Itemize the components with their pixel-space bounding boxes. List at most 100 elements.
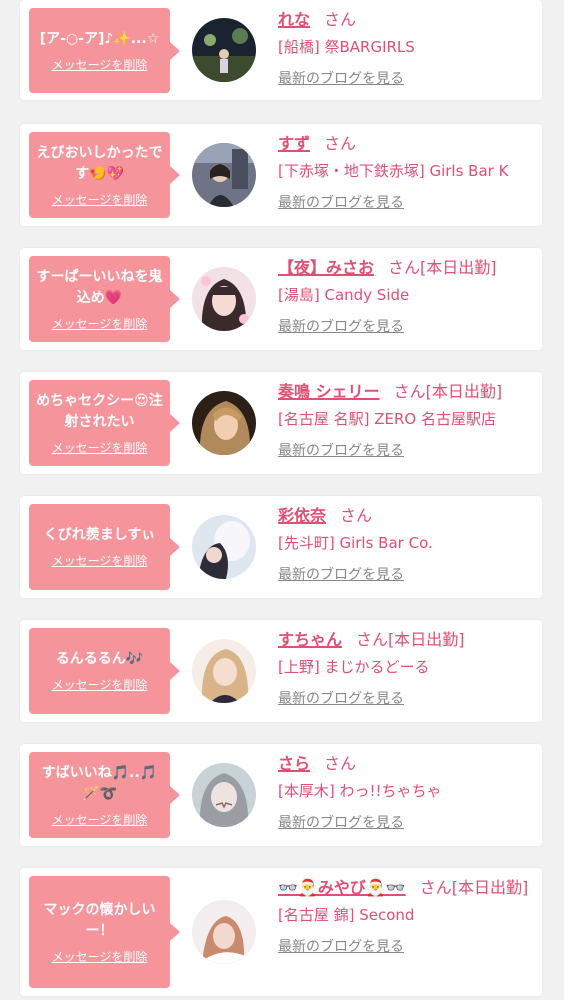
name-suffix: さん — [324, 134, 357, 153]
message-text: えびおいしかったです🍤💖 — [36, 144, 163, 182]
avatar-photo-icon — [192, 143, 256, 207]
avatar-photo-icon — [192, 763, 256, 827]
message-bubble: くびれ羨ましすぃ メッセージを削除 — [29, 504, 180, 590]
card-info: すず さん [下赤塚・地下鉄赤塚] Girls Bar K 最新のブログを見る — [278, 131, 536, 213]
shop-name: [上野] まじかるどーる — [278, 658, 430, 676]
message-card: るんるるん🎶 メッセージを削除 すちゃん さん[本日出勤] [上野] まじかるどー… — [20, 620, 542, 722]
girl-name-link[interactable]: れな — [278, 10, 310, 29]
girl-name-link[interactable]: 彩依奈 — [278, 506, 326, 525]
latest-blog-link[interactable]: 最新のブログを見る — [278, 441, 404, 461]
message-text: めちゃセクシー😍注射されたい — [36, 392, 163, 430]
name-suffix: さん — [324, 754, 357, 773]
name-line: すちゃん さん[本日出勤] — [278, 627, 536, 653]
girl-name-link[interactable]: すず — [278, 134, 310, 153]
name-suffix: さん — [393, 382, 426, 401]
name-line: 彩依奈 さん — [278, 503, 536, 529]
message-card: くびれ羨ましすぃ メッセージを削除 彩依奈 さん [先斗町] Girls Bar … — [20, 496, 542, 598]
girl-name-link[interactable]: 👓🎅みやび🎅👓 — [278, 878, 406, 897]
delete-message-link[interactable]: メッセージを削除 — [52, 948, 148, 965]
name-line: 奏鳴 シェリー さん[本日出勤] — [278, 379, 536, 405]
message-text: るんるるん🎶 — [55, 651, 144, 667]
shop-name: [名古屋 錦] Second — [278, 906, 415, 924]
avatar[interactable] — [192, 391, 256, 455]
name-line: れな さん — [278, 7, 536, 33]
message-card: [ア‐○‐ア]♪✨...☆ メッセージを削除 れな さん [船橋] 祭BARGIR… — [20, 0, 542, 100]
latest-blog-link[interactable]: 最新のブログを見る — [278, 813, 404, 833]
delete-message-link[interactable]: メッセージを削除 — [52, 439, 148, 456]
message-bubble: るんるるん🎶 メッセージを削除 — [29, 628, 180, 714]
card-info: 【夜】みさお さん[本日出勤] [湯島] Candy Side 最新のブログを見る — [278, 255, 536, 337]
name-line: さら さん — [278, 751, 536, 777]
card-info: れな さん [船橋] 祭BARGIRLS 最新のブログを見る — [278, 7, 536, 89]
name-line: 【夜】みさお さん[本日出勤] — [278, 255, 536, 281]
latest-blog-link[interactable]: 最新のブログを見る — [278, 193, 404, 213]
avatar-photo-icon — [192, 639, 256, 703]
message-card: えびおいしかったです🍤💖 メッセージを削除 すず さん [下赤塚・地下鉄赤塚] G… — [20, 124, 542, 226]
delete-message-link[interactable]: メッセージを削除 — [52, 811, 148, 828]
message-text: [ア‐○‐ア]♪✨...☆ — [39, 30, 160, 47]
message-bubble: えびおいしかったです🍤💖 メッセージを削除 — [29, 132, 180, 218]
shop-name: [下赤塚・地下鉄赤塚] Girls Bar K — [278, 162, 509, 180]
latest-blog-link[interactable]: 最新のブログを見る — [278, 565, 404, 585]
delete-message-link[interactable]: メッセージを削除 — [52, 315, 148, 332]
girl-name-link[interactable]: 【夜】みさお — [278, 258, 374, 277]
name-suffix: さん — [419, 878, 452, 897]
name-suffix: さん — [388, 258, 421, 277]
name-line: すず さん — [278, 131, 536, 157]
shop-name: [湯島] Candy Side — [278, 286, 410, 304]
on-duty-badge: [本日出勤] — [388, 630, 465, 649]
avatar[interactable] — [192, 515, 256, 579]
avatar[interactable] — [192, 639, 256, 703]
girl-name-link[interactable]: すちゃん — [278, 630, 342, 649]
name-line: 👓🎅みやび🎅👓 さん[本日出勤] — [278, 875, 536, 901]
card-info: 彩依奈 さん [先斗町] Girls Bar Co. 最新のブログを見る — [278, 503, 536, 585]
message-bubble: [ア‐○‐ア]♪✨...☆ メッセージを削除 — [29, 8, 180, 93]
message-card: すばいいね🎵..🎵🪄➰ メッセージを削除 さら さん [本厚木] わっ!!ちゃちゃ… — [20, 744, 542, 846]
shop-name: [本厚木] わっ!!ちゃちゃ — [278, 782, 442, 800]
message-list: [ア‐○‐ア]♪✨...☆ メッセージを削除 れな さん [船橋] 祭BARGIR… — [0, 0, 564, 1000]
shop-name: [名古屋 名駅] ZERO 名古屋駅店 — [278, 410, 496, 428]
avatar[interactable] — [192, 18, 256, 82]
avatar[interactable] — [192, 763, 256, 827]
message-text: すばいいね🎵..🎵🪄➰ — [41, 764, 158, 802]
latest-blog-link[interactable]: 最新のブログを見る — [278, 317, 404, 337]
on-duty-badge: [本日出勤] — [425, 382, 503, 401]
delete-message-link[interactable]: メッセージを削除 — [52, 552, 148, 569]
card-info: すちゃん さん[本日出勤] [上野] まじかるどーる 最新のブログを見る — [278, 627, 536, 709]
latest-blog-link[interactable]: 最新のブログを見る — [278, 69, 404, 89]
message-text: マックの懐かしいー！ — [43, 901, 156, 939]
avatar[interactable] — [192, 267, 256, 331]
message-card: めちゃセクシー😍注射されたい メッセージを削除 奏鳴 シェリー さん[本日出勤] … — [20, 372, 542, 474]
on-duty-badge: [本日出勤] — [451, 878, 529, 897]
message-bubble: すーぱーいいねを鬼込め💗 メッセージを削除 — [29, 256, 180, 342]
name-suffix: さん — [340, 506, 373, 525]
avatar[interactable] — [192, 900, 256, 964]
avatar-photo-icon — [192, 900, 256, 964]
card-info: 👓🎅みやび🎅👓 さん[本日出勤] [名古屋 錦] Second 最新のブログを見る — [278, 875, 536, 957]
avatar-photo-icon — [192, 515, 256, 579]
on-duty-badge: [本日出勤] — [420, 258, 497, 277]
delete-message-link[interactable]: メッセージを削除 — [52, 56, 148, 73]
avatar-photo-icon — [192, 267, 256, 331]
message-text: すーぱーいいねを鬼込め💗 — [36, 268, 163, 306]
girl-name-link[interactable]: さら — [278, 754, 310, 773]
latest-blog-link[interactable]: 最新のブログを見る — [278, 689, 404, 709]
avatar-photo-icon — [192, 18, 256, 82]
latest-blog-link[interactable]: 最新のブログを見る — [278, 937, 404, 957]
avatar-photo-icon — [192, 391, 256, 455]
message-bubble: めちゃセクシー😍注射されたい メッセージを削除 — [29, 380, 180, 466]
delete-message-link[interactable]: メッセージを削除 — [52, 191, 148, 208]
message-card: マックの懐かしいー！ メッセージを削除 👓🎅みやび🎅👓 さん[本日出勤] [名古屋… — [20, 868, 542, 996]
card-info: 奏鳴 シェリー さん[本日出勤] [名古屋 名駅] ZERO 名古屋駅店 最新のブ… — [278, 379, 536, 461]
delete-message-link[interactable]: メッセージを削除 — [52, 676, 148, 693]
name-suffix: さん — [324, 10, 357, 29]
message-bubble: マックの懐かしいー！ メッセージを削除 — [29, 876, 180, 988]
message-card: すーぱーいいねを鬼込め💗 メッセージを削除 【夜】みさお さん[本日出勤] [湯島… — [20, 248, 542, 350]
shop-name: [先斗町] Girls Bar Co. — [278, 534, 433, 552]
message-bubble: すばいいね🎵..🎵🪄➰ メッセージを削除 — [29, 752, 180, 838]
card-info: さら さん [本厚木] わっ!!ちゃちゃ 最新のブログを見る — [278, 751, 536, 833]
avatar[interactable] — [192, 143, 256, 207]
girl-name-link[interactable]: 奏鳴 シェリー — [278, 382, 380, 401]
shop-name: [船橋] 祭BARGIRLS — [278, 38, 415, 56]
message-text: くびれ羨ましすぃ — [43, 527, 156, 543]
